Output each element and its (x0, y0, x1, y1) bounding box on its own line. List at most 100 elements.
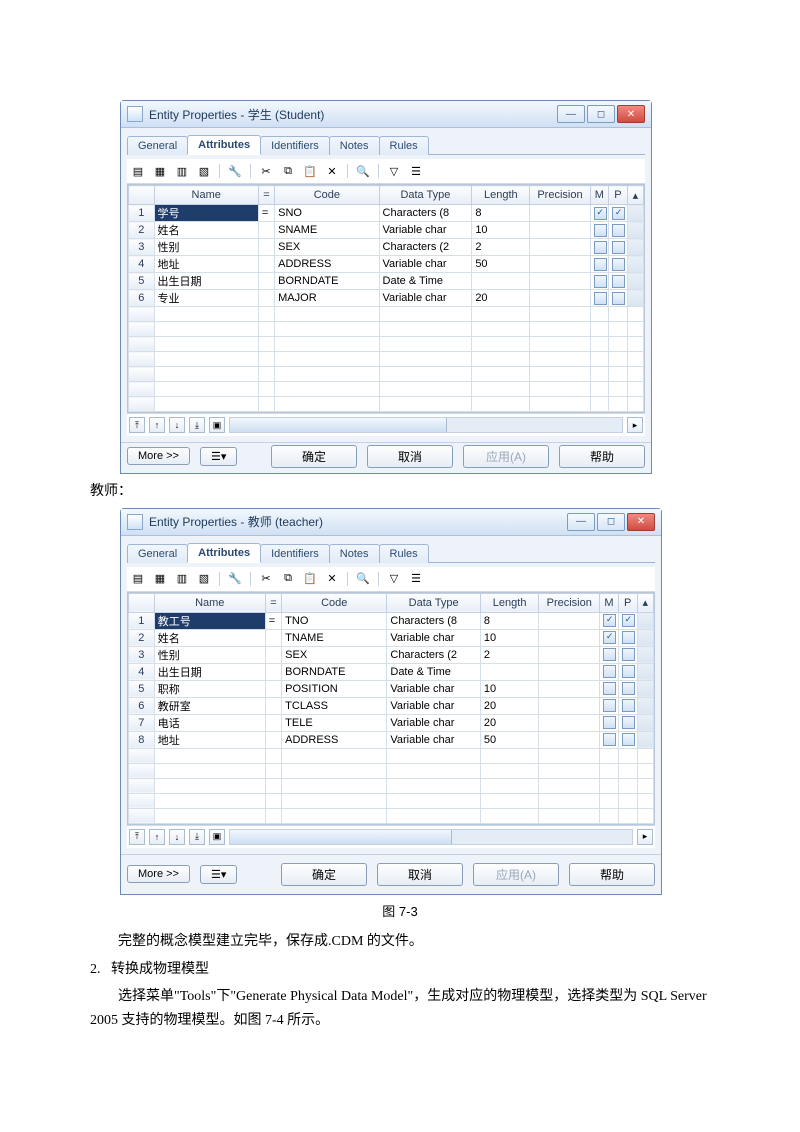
table-row[interactable] (129, 763, 654, 778)
cell-precision[interactable] (530, 239, 590, 256)
cell-name[interactable]: 学号 (154, 205, 258, 222)
col-precision[interactable]: Precision (539, 593, 600, 612)
cell-length[interactable]: 10 (472, 222, 530, 239)
tab-identifiers[interactable]: Identifiers (260, 136, 330, 155)
cell-datatype[interactable]: Characters (2 (387, 646, 481, 663)
scroll-gutter[interactable] (637, 646, 653, 663)
close-button[interactable]: ✕ (627, 513, 655, 531)
cell-code[interactable]: TNO (282, 612, 387, 629)
cell-mandatory[interactable] (590, 256, 609, 273)
cell-mandatory[interactable] (590, 239, 609, 256)
cell-code[interactable]: TNAME (282, 629, 387, 646)
cell-code[interactable]: POSITION (282, 680, 387, 697)
cell-mandatory[interactable] (590, 222, 609, 239)
cell-mandatory[interactable] (600, 612, 619, 629)
table-row[interactable] (129, 322, 644, 337)
apply-button[interactable]: 应用(A) (473, 863, 559, 886)
customize-icon[interactable]: ☰ (407, 571, 425, 587)
cell-primary[interactable] (609, 290, 628, 307)
table-row[interactable]: 4出生日期BORNDATEDate & Time (129, 663, 654, 680)
tab-rules[interactable]: Rules (379, 136, 429, 155)
tab-attributes[interactable]: Attributes (187, 135, 261, 155)
table-row[interactable] (129, 748, 654, 763)
nav-prev-icon[interactable]: ↑ (149, 417, 165, 433)
cell-primary[interactable] (618, 663, 637, 680)
nav-first-icon[interactable]: ⤒ (129, 829, 145, 845)
tab-notes[interactable]: Notes (329, 136, 380, 155)
cell-code[interactable]: TELE (282, 714, 387, 731)
nav-next-icon[interactable]: ↓ (169, 829, 185, 845)
cut-icon[interactable]: ✂ (257, 163, 275, 179)
cell-primary[interactable] (618, 680, 637, 697)
cell-primary[interactable] (618, 714, 637, 731)
close-button[interactable]: ✕ (617, 105, 645, 123)
cell-precision[interactable] (539, 697, 600, 714)
help-button[interactable]: 帮助 (569, 863, 655, 886)
col-length[interactable]: Length (472, 186, 530, 205)
cell-datatype[interactable]: Variable char (379, 222, 472, 239)
scroll-gutter[interactable] (627, 273, 643, 290)
cell-datatype[interactable]: Characters (2 (379, 239, 472, 256)
table-row[interactable]: 1教工号=TNOCharacters (88 (129, 612, 654, 629)
scroll-gutter[interactable] (637, 731, 653, 748)
cell-length[interactable]: 20 (472, 290, 530, 307)
tab-attributes[interactable]: Attributes (187, 543, 261, 563)
cell-datatype[interactable]: Variable char (387, 680, 481, 697)
cell-primary[interactable] (609, 239, 628, 256)
scroll-gutter[interactable] (627, 205, 643, 222)
cell-primary[interactable] (609, 273, 628, 290)
scroll-gutter[interactable] (637, 629, 653, 646)
titlebar[interactable]: Entity Properties - 学生 (Student) — ◻ ✕ (121, 101, 651, 128)
insert-row-icon[interactable]: ▤ (129, 571, 147, 587)
nav-prev-icon[interactable]: ↑ (149, 829, 165, 845)
cell-code[interactable]: SNAME (275, 222, 379, 239)
cell-length[interactable] (472, 273, 530, 290)
table-row[interactable]: 3性别SEXCharacters (22 (129, 239, 644, 256)
customize-icon[interactable]: ☰ (407, 163, 425, 179)
tab-general[interactable]: General (127, 136, 188, 155)
cell-mandatory[interactable] (600, 629, 619, 646)
col-p[interactable]: P (618, 593, 637, 612)
table-row[interactable] (129, 352, 644, 367)
more-button[interactable]: More >> (127, 447, 190, 465)
cell-datatype[interactable]: Variable char (387, 697, 481, 714)
cell-name[interactable]: 电话 (154, 714, 265, 731)
more-button[interactable]: More >> (127, 865, 190, 883)
scroll-gutter[interactable] (627, 256, 643, 273)
cell-name[interactable]: 地址 (154, 256, 258, 273)
add-row-icon[interactable]: ▦ (151, 571, 169, 587)
cell-primary[interactable] (609, 222, 628, 239)
cell-precision[interactable] (530, 290, 590, 307)
table-row[interactable]: 6专业MAJORVariable char20 (129, 290, 644, 307)
table-row[interactable] (129, 307, 644, 322)
col-code[interactable]: Code (275, 186, 379, 205)
table-row[interactable]: 3性别SEXCharacters (22 (129, 646, 654, 663)
cell-name[interactable]: 出生日期 (154, 273, 258, 290)
table-row[interactable]: 4地址ADDRESSVariable char50 (129, 256, 644, 273)
cell-precision[interactable] (530, 205, 590, 222)
scroll-up-icon[interactable]: ▴ (627, 186, 643, 205)
maximize-button[interactable]: ◻ (587, 105, 615, 123)
cell-datatype[interactable]: Variable char (387, 731, 481, 748)
cell-datatype[interactable]: Variable char (387, 629, 481, 646)
cell-mandatory[interactable] (600, 646, 619, 663)
tab-general[interactable]: General (127, 544, 188, 563)
cell-primary[interactable] (609, 205, 628, 222)
cell-name[interactable]: 性别 (154, 646, 265, 663)
tab-rules[interactable]: Rules (379, 544, 429, 563)
cell-primary[interactable] (618, 731, 637, 748)
cell-length[interactable]: 10 (480, 680, 538, 697)
cell-precision[interactable] (539, 663, 600, 680)
scroll-right-icon[interactable]: ▸ (627, 417, 643, 433)
cell-precision[interactable] (539, 714, 600, 731)
options-button[interactable]: ☰▾ (200, 447, 237, 466)
cell-mandatory[interactable] (590, 290, 609, 307)
cell-name[interactable]: 姓名 (154, 222, 258, 239)
cell-name[interactable]: 姓名 (154, 629, 265, 646)
ok-button[interactable]: 确定 (281, 863, 367, 886)
append-icon[interactable]: ▧ (195, 571, 213, 587)
table-row[interactable] (129, 778, 654, 793)
copy-icon[interactable]: ⧉ (279, 163, 297, 179)
table-row[interactable]: 7电话TELEVariable char20 (129, 714, 654, 731)
cell-datatype[interactable]: Variable char (379, 290, 472, 307)
